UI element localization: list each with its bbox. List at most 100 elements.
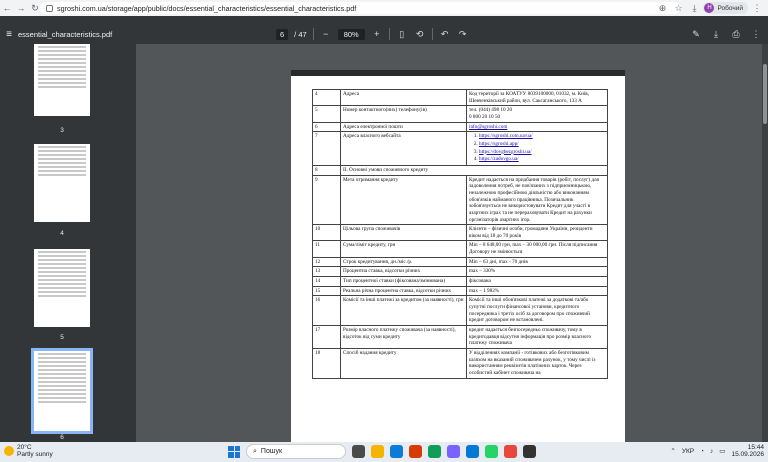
page-number-input[interactable]: 6 <box>276 28 289 40</box>
site-info-icon[interactable] <box>46 4 53 12</box>
vertical-scrollbar[interactable] <box>762 44 768 442</box>
download-icon[interactable]: ⤓ <box>710 29 722 40</box>
table-row: 9 Мета отримання кредиту Кредит надаєтьс… <box>312 174 608 226</box>
wifi-icon[interactable]: ◔ <box>700 448 704 455</box>
row-value: У відділеннях компанії - готівкових або … <box>466 348 608 379</box>
more-options-icon[interactable]: ⋮ <box>750 29 762 40</box>
row-value: Кредит надається на придбання товарів (р… <box>466 174 608 226</box>
redo-icon[interactable]: ↷ <box>457 29 469 40</box>
page-top-edge <box>291 70 625 76</box>
total-pages: / 47 <box>294 29 307 39</box>
row-key: Адреса власного вебсайта <box>340 131 467 166</box>
rotate-icon[interactable]: ⟲ <box>414 29 426 40</box>
table-row: 15 Реальна річна процентна ставка, відсо… <box>312 285 608 297</box>
browser-toolbar: ← → ↻ sgroshi.com.ua/storage/app/public/… <box>0 0 768 16</box>
row-number: 18 <box>312 348 341 379</box>
profile-button[interactable]: Н Робочий <box>703 2 748 14</box>
row-key: Тип процентної ставки (фіксована/змінюва… <box>340 276 467 287</box>
undo-icon[interactable]: ↶ <box>439 29 451 40</box>
edge-browser-icon[interactable] <box>390 445 403 458</box>
zoom-level-input[interactable]: 80% <box>337 28 365 40</box>
pdf-file-name: essential_characteristics.pdf <box>18 29 113 39</box>
row-key: Сума/ліміт кредиту, грн <box>340 240 467 258</box>
thumbnail-label: 4 <box>60 230 64 237</box>
thumbnail-label: 5 <box>60 334 64 341</box>
row-number: 16 <box>312 295 341 327</box>
row-value: тел. (044) 498 10 20 0 800 20 10 50 <box>466 105 608 123</box>
scrollbar-thumb[interactable] <box>763 64 767 124</box>
whatsapp-icon[interactable] <box>485 445 498 458</box>
table-row: 13 Процентна ставка, відсотки річних max… <box>312 266 608 278</box>
row-number: 10 <box>312 224 341 242</box>
bookmark-star-icon[interactable]: ☆ <box>671 1 685 15</box>
store-app-icon[interactable] <box>428 445 441 458</box>
characteristics-table: 4 Адреса Код території за КОАТУУ 8039100… <box>312 88 608 379</box>
website-link[interactable]: https://zadovgo.ua/ <box>479 156 519 162</box>
time: 15:44 <box>747 444 764 451</box>
system-tray: ⌃ УКР ◔ ♪ ▭ 15:44 15.09.2026 <box>670 444 764 459</box>
file-explorer-icon[interactable] <box>371 445 384 458</box>
pdf-toolbar: ≡ essential_characteristics.pdf 6 / 47 −… <box>0 24 768 44</box>
volume-icon[interactable]: ♪ <box>710 448 713 455</box>
row-value: max – 1 982% <box>466 285 608 297</box>
windows-start-icon[interactable] <box>228 445 240 458</box>
table-row: 10 Цільова група споживачів Клієнти – фі… <box>312 224 608 242</box>
row-value: фіксована <box>466 276 608 287</box>
page-thumbnail-3[interactable] <box>34 44 90 116</box>
table-row: 16 Комісії та інші платежі за кредитом (… <box>312 295 608 327</box>
profile-name: Робочий <box>717 4 743 12</box>
taskbar-search[interactable]: ⌕ Пошук <box>246 444 346 459</box>
row-key: Цільова група споживачів <box>340 224 467 242</box>
website-link[interactable]: https://sgroshi.app/ <box>479 141 519 147</box>
row-number: 12 <box>312 256 341 268</box>
search-icon: ⌕ <box>253 447 257 455</box>
hamburger-menu-icon[interactable]: ≡ <box>0 29 18 40</box>
back-icon[interactable]: ← <box>0 1 14 15</box>
print-icon[interactable]: ⎙ <box>730 29 742 40</box>
page-thumbnail-4[interactable] <box>34 144 90 222</box>
date: 15.09.2026 <box>731 451 764 459</box>
website-link[interactable]: https://dovgbezgroshi.ua/ <box>479 149 532 155</box>
battery-icon[interactable]: ▭ <box>719 447 725 455</box>
row-number: 6 <box>312 121 341 133</box>
os-taskbar: 20°C Partly sunny ⌕ Пошук ⌃ УКР ◔ ♪ ▭ 15… <box>0 442 768 462</box>
email-link[interactable]: info@sgroshi.com <box>469 124 507 130</box>
tab-strip <box>0 16 768 24</box>
language-indicator[interactable]: УКР <box>682 448 694 455</box>
row-number: 13 <box>312 266 341 278</box>
address-bar[interactable]: sgroshi.com.ua/storage/app/public/docs/e… <box>40 2 680 14</box>
teams-icon[interactable] <box>447 445 460 458</box>
annotate-icon[interactable]: ✎ <box>690 29 702 40</box>
page-thumbnail-6[interactable] <box>31 348 93 434</box>
row-key: Строк кредитування, дн./міс./р. <box>340 256 467 268</box>
page-thumbnail-5[interactable] <box>34 249 90 327</box>
download-icon[interactable]: ⤓ <box>687 1 701 15</box>
chrome-icon[interactable] <box>504 445 517 458</box>
website-link[interactable]: https://sgroshi.com.ua/ua/ <box>479 133 533 139</box>
row-value: https://sgroshi.com.ua/ua/ https://sgros… <box>466 131 608 166</box>
document-viewport[interactable]: 4 Адреса Код території за КОАТУУ 8039100… <box>136 44 768 442</box>
forward-icon[interactable]: → <box>14 1 28 15</box>
zoom-icon[interactable]: ⊕ <box>655 1 669 15</box>
task-view-icon[interactable] <box>352 445 365 458</box>
row-number: 4 <box>312 88 341 107</box>
menu-kebab-icon[interactable]: ⋮ <box>750 1 764 15</box>
clock[interactable]: 15:44 15.09.2026 <box>731 444 764 459</box>
zoom-in-icon[interactable]: + <box>371 29 383 39</box>
divider <box>312 28 314 40</box>
terminal-icon[interactable] <box>523 445 536 458</box>
outlook-icon[interactable] <box>466 445 479 458</box>
thumbnail-label: 3 <box>60 127 64 134</box>
row-value: Min – 8 648,00 грн, max – 30 000,00 грн.… <box>466 240 608 258</box>
avatar: Н <box>704 3 715 13</box>
zoom-out-icon[interactable]: − <box>320 29 332 39</box>
table-row: 5 Номер контактного(них) телефону(ів) те… <box>312 105 608 123</box>
table-row: 18 Спосіб надання кредиту У відділеннях … <box>312 348 608 379</box>
table-row: 14 Тип процентної ставки (фіксована/змін… <box>312 276 608 287</box>
fit-page-icon[interactable]: ▯ <box>396 29 408 40</box>
office-app-icon[interactable] <box>409 445 422 458</box>
row-key: Розмір власного платежу споживача (за на… <box>340 325 467 349</box>
table-row: 4 Адреса Код території за КОАТУУ 8039100… <box>312 88 608 107</box>
chevron-up-icon[interactable]: ⌃ <box>670 447 675 455</box>
weather-widget[interactable]: 20°C Partly sunny <box>4 444 53 458</box>
